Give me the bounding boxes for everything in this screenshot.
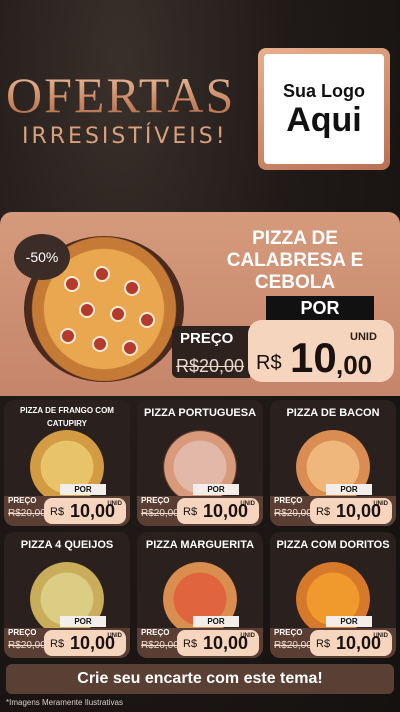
product-card[interactable]: PIZZA PORTUGUESA POR PREÇO R$20,00 UNID … xyxy=(137,400,263,526)
old-price: R$20,00 xyxy=(274,640,312,651)
price-value: 10,00 xyxy=(203,501,249,521)
currency: R$ xyxy=(183,638,198,650)
product-card[interactable]: PIZZA MARGUERITA POR PREÇO R$20,00 UNID … xyxy=(137,532,263,658)
footnote: *Imagens Meramente Ilustrativas xyxy=(6,698,123,707)
product-name: PIZZA 4 QUEIJOS xyxy=(20,539,114,551)
price-value: 10,00 xyxy=(336,633,382,653)
currency: R$ xyxy=(50,506,65,518)
logo-placeholder[interactable]: Sua Logo Aqui xyxy=(258,48,390,170)
product-name: PIZZA MARGUERITA xyxy=(145,539,255,551)
old-price: R$20,00 xyxy=(8,508,46,519)
price-value: 10,00 xyxy=(336,501,382,521)
preco-label: PREÇO xyxy=(8,628,37,637)
product-name: PIZZA COM DORITOS xyxy=(276,539,390,551)
product-card[interactable]: PIZZA DE BACON POR PREÇO R$20,00 UNID R$… xyxy=(270,400,396,526)
featured-por-label: POR xyxy=(266,296,374,320)
featured-unit-label: UNID xyxy=(350,331,377,343)
featured-currency: R$ xyxy=(256,352,282,374)
old-price: R$20,00 xyxy=(141,640,179,651)
old-price: R$20,00 xyxy=(274,508,312,519)
price-value: 10,00 xyxy=(203,633,249,653)
preco-label: PREÇO xyxy=(141,628,170,637)
page-title: OFERTAS xyxy=(6,67,236,123)
currency: R$ xyxy=(316,506,331,518)
old-price: R$20,00 xyxy=(141,508,179,519)
logo-line1: Sua Logo xyxy=(283,80,365,101)
product-card[interactable]: PIZZA DE FRANGO COM CATUPIRY POR PREÇO R… xyxy=(4,400,130,526)
featured-price-main: 10 xyxy=(290,334,337,381)
discount-badge: -50% xyxy=(14,234,70,280)
product-name: PIZZA DE BACON xyxy=(286,407,380,419)
product-name: PIZZA DE FRANGO COM CATUPIRY xyxy=(20,406,114,428)
por-label: POR xyxy=(60,484,106,495)
featured-old-price: R$20,00 xyxy=(176,356,245,376)
product-card[interactable]: PIZZA COM DORITOS POR PREÇO R$20,00 UNID… xyxy=(270,532,396,658)
preco-label: PREÇO xyxy=(274,496,303,505)
por-label: POR xyxy=(326,484,372,495)
currency: R$ xyxy=(316,638,331,650)
preco-label: PREÇO xyxy=(141,496,170,505)
preco-label: PREÇO xyxy=(274,628,303,637)
product-card[interactable]: PIZZA 4 QUEIJOS POR PREÇO R$20,00 UNID R… xyxy=(4,532,130,658)
page-subtitle: IRRESISTÍVEIS! xyxy=(22,124,228,149)
featured-product-name: PIZZA DE CALABRESA E CEBOLA xyxy=(226,228,364,293)
currency: R$ xyxy=(183,506,198,518)
por-label: POR xyxy=(60,616,106,627)
preco-label: PREÇO xyxy=(8,496,37,505)
price-value: 10,00 xyxy=(70,501,116,521)
featured-price-cents: ,00 xyxy=(336,350,373,380)
logo-inner: Sua Logo Aqui xyxy=(264,54,384,164)
currency: R$ xyxy=(50,638,65,650)
featured-preco-label: PREÇO xyxy=(180,330,234,347)
product-name: PIZZA PORTUGUESA xyxy=(143,407,257,419)
por-label: POR xyxy=(193,616,239,627)
por-label: POR xyxy=(326,616,372,627)
old-price: R$20,00 xyxy=(8,640,46,651)
por-label: POR xyxy=(193,484,239,495)
cta-banner[interactable]: Crie seu encarte com este tema! xyxy=(6,664,394,694)
logo-line2: Aqui xyxy=(286,100,362,139)
price-value: 10,00 xyxy=(70,633,116,653)
